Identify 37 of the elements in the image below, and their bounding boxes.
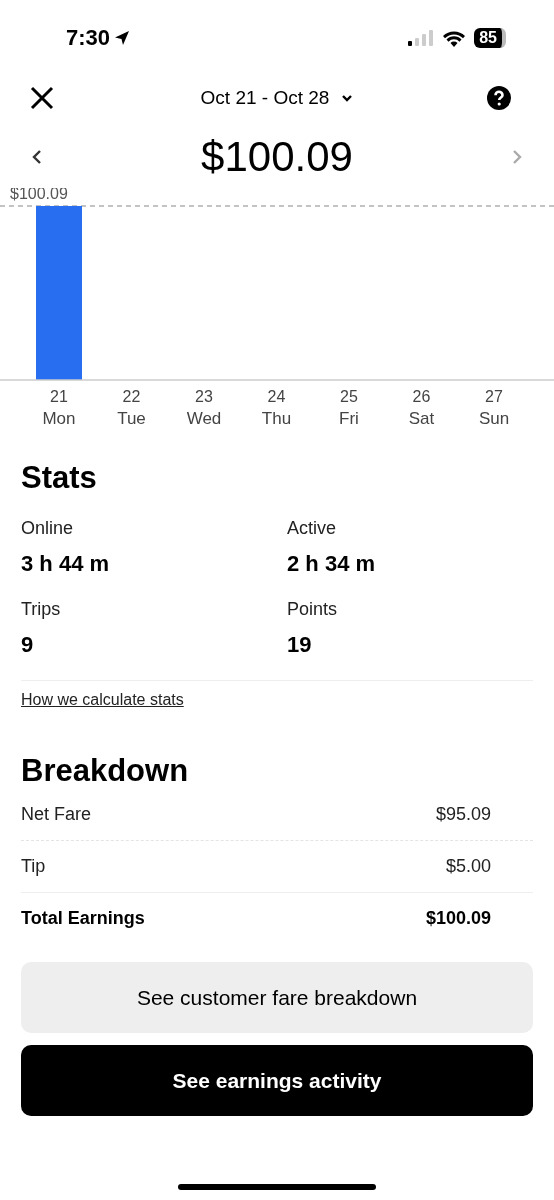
stat-value: 3 h 44 m bbox=[21, 551, 111, 577]
breakdown-amount: $5.00 bbox=[445, 856, 491, 877]
day-label: 24 Thu bbox=[261, 388, 292, 428]
close-icon[interactable] bbox=[30, 86, 54, 110]
fare-breakdown-button[interactable]: See customer fare breakdown bbox=[21, 962, 533, 1033]
day-label: 27 Sun bbox=[478, 388, 510, 428]
location-arrow-icon bbox=[114, 30, 131, 46]
caret-icon[interactable] bbox=[341, 94, 354, 102]
breakdown-amount: $95.09 bbox=[435, 804, 491, 825]
stat-label: Trips bbox=[21, 599, 62, 620]
stats-info-link[interactable]: How we calculate stats bbox=[21, 691, 184, 709]
stat-label: Points bbox=[287, 599, 339, 620]
stat-value: 19 bbox=[287, 632, 313, 658]
day-label: 26 Sat bbox=[408, 388, 435, 428]
day-label: 22 Tue bbox=[117, 388, 146, 428]
signal-icon bbox=[408, 30, 435, 46]
wifi-icon bbox=[442, 29, 467, 47]
day-label: 25 Fri bbox=[339, 388, 359, 428]
battery-indicator: 85 bbox=[474, 28, 506, 48]
breakdown-amount: $100.09 bbox=[425, 908, 491, 929]
section-title: Breakdown bbox=[21, 753, 190, 789]
breakdown-label: Net Fare bbox=[21, 804, 92, 825]
status-time: 7:30 bbox=[66, 25, 111, 51]
section-title: Stats bbox=[21, 460, 98, 496]
stat-label: Online bbox=[21, 518, 75, 539]
help-icon[interactable] bbox=[487, 86, 511, 110]
stat-label: Active bbox=[287, 518, 338, 539]
breakdown-label: Tip bbox=[21, 856, 46, 877]
total-amount: $100.09 bbox=[201, 133, 353, 181]
breakdown-label: Total Earnings bbox=[21, 908, 145, 929]
earnings-activity-button[interactable]: See earnings activity bbox=[21, 1045, 533, 1116]
stat-value: 2 h 34 m bbox=[287, 551, 377, 577]
day-label: 23 Wed bbox=[186, 388, 222, 428]
period-dropdown[interactable]: Oct 21 - Oct 28 bbox=[200, 87, 330, 109]
day-label: 21 Mon bbox=[42, 388, 76, 428]
stat-value: 9 bbox=[21, 632, 35, 658]
previous-icon[interactable] bbox=[32, 149, 42, 165]
